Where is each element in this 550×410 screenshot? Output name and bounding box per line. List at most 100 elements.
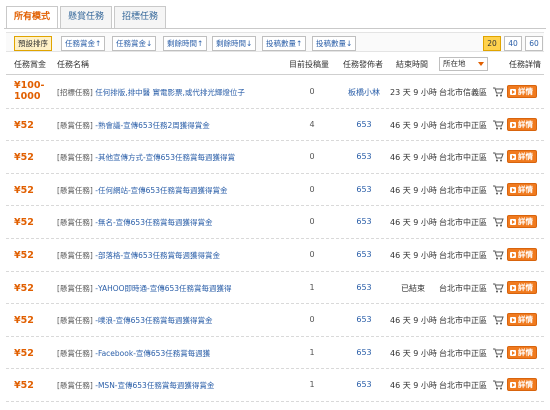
cart-icon[interactable] (493, 185, 504, 195)
sort-amount-asc-button[interactable]: 任務賞金↑ (61, 36, 106, 51)
row-issuer-link[interactable]: 653 (346, 380, 382, 389)
row-title: -噗浪-宣傳653任務賞每週獲得賞金 (95, 316, 213, 326)
cart-icon[interactable] (493, 283, 504, 293)
cart-icon[interactable] (493, 250, 504, 260)
table-header: 任務賞金 任務名稱 目前投稿量 任務發佈者 結束時間 所在地 任務詳情 (6, 55, 544, 75)
sort-count-desc-button[interactable]: 投稿數量↓ (312, 36, 357, 51)
row-task-link[interactable]: [懸賞任務] -YAHOO即時通-宣傳653任務賞每週獲得 (57, 283, 232, 294)
arrow-right-icon (510, 154, 516, 161)
table-row: ¥52 [懸賞任務] -部落格-宣傳653任務賞每週獲得賞金 0 653 46 … (6, 239, 544, 272)
row-endtime: 46 天 9 小時 (390, 250, 437, 260)
sort-count-asc-button[interactable]: 投稿數量↑ (262, 36, 307, 51)
row-issuer-link[interactable]: 653 (346, 283, 382, 292)
row-count: 4 (309, 119, 315, 129)
table-row: ¥52 [懸賞任務] -其他宣傳方式-宣傳653任務賞每週獲得賞 0 653 4… (6, 141, 544, 174)
page-size-40-button[interactable]: 40 (504, 36, 522, 51)
row-endtime: 23 天 9 小時 (390, 88, 437, 97)
row-task-link[interactable]: [懸賞任務] -無名-宣傳653任務賞每週獲得賞金 (57, 217, 212, 228)
detail-button[interactable]: 詳情 (507, 313, 537, 327)
row-category: [懸賞任務] (57, 381, 93, 391)
row-endtime: 46 天 9 小時 (390, 153, 437, 163)
sort-default-button[interactable]: 預設排序 (14, 36, 52, 51)
cart-icon[interactable] (493, 120, 504, 130)
cart-icon[interactable] (493, 87, 504, 97)
detail-button[interactable]: 詳情 (507, 85, 537, 98)
arrow-right-icon (510, 349, 516, 356)
cart-icon[interactable] (493, 217, 504, 227)
detail-button[interactable]: 詳情 (507, 150, 537, 164)
page-size-20-button[interactable]: 20 (483, 36, 501, 51)
row-category: [懸賞任務] (57, 348, 93, 358)
detail-label: 詳情 (518, 184, 533, 194)
row-count: 0 (309, 184, 315, 194)
arrow-right-icon (510, 89, 516, 95)
sort-amount-desc-button[interactable]: 任務賞金↓ (112, 36, 157, 51)
detail-label: 詳情 (518, 347, 533, 357)
row-endtime: 46 天 9 小時 (390, 316, 437, 326)
row-title: 任何排版,排中醫 實電影票,或代排光輝燈位子 (95, 88, 245, 97)
row-endtime: 46 天 9 小時 (390, 381, 437, 391)
row-task-link[interactable]: [懸賞任務] -噗浪-宣傳653任務賞每週獲得賞金 (57, 315, 212, 326)
row-location: 台北市中正區 (439, 283, 487, 293)
task-list: ¥100-1000 [招標任務] 任何排版,排中醫 實電影票,或代排光輝燈位子 … (6, 76, 544, 402)
row-task-link[interactable]: [懸賞任務] -Facebook-宣傳653任務賞每週獲 (57, 348, 210, 359)
detail-button[interactable]: 詳情 (507, 247, 537, 261)
row-endtime: 46 天 9 小時 (390, 218, 437, 228)
row-task-link[interactable]: [懸賞任務] -部落格-宣傳653任務賞每週獲得賞金 (57, 250, 220, 261)
row-location: 台北市中正區 (439, 218, 487, 228)
header-issuer: 任務發佈者 (343, 60, 383, 69)
row-task-link[interactable]: [懸賞任務] -MSN-宣傳653任務賞每週獲得賞金 (57, 380, 214, 391)
row-task-link[interactable]: [懸賞任務] -其他宣傳方式-宣傳653任務賞每週獲得賞 (57, 152, 235, 163)
arrow-right-icon (510, 284, 516, 291)
table-row: ¥52 [懸賞任務] -無名-宣傳653任務賞每週獲得賞金 0 653 46 天… (6, 206, 544, 239)
row-category: [懸賞任務] (57, 153, 93, 163)
row-issuer-link[interactable]: 板橋小林 (346, 87, 382, 98)
table-row: ¥100-1000 [招標任務] 任何排版,排中醫 實電影票,或代排光輝燈位子 … (6, 76, 544, 109)
table-row: ¥52 [懸賞任務] -MSN-宣傳653任務賞每週獲得賞金 1 653 46 … (6, 369, 544, 402)
tab-tender-tasks[interactable]: 招標任務 (114, 6, 167, 28)
row-location: 台北市中正區 (439, 250, 487, 260)
arrow-right-icon (510, 382, 516, 389)
cart-icon[interactable] (493, 152, 504, 162)
header-count: 目前投稿量 (289, 60, 329, 69)
header-amount: 任務賞金 (14, 60, 46, 69)
detail-label: 詳情 (518, 87, 533, 96)
detail-button[interactable]: 詳情 (507, 182, 537, 196)
cart-icon[interactable] (493, 348, 504, 358)
row-location: 台北市中正區 (439, 185, 487, 195)
detail-button[interactable]: 詳情 (507, 280, 537, 294)
row-location: 台北市中正區 (439, 348, 487, 358)
detail-button[interactable]: 詳情 (507, 215, 537, 229)
arrow-right-icon (510, 186, 516, 193)
detail-label: 詳情 (518, 119, 533, 129)
location-select[interactable]: 所在地 (439, 57, 488, 71)
cart-icon[interactable] (493, 315, 504, 325)
row-issuer-link[interactable]: 653 (346, 348, 382, 357)
row-task-link[interactable]: [招標任務] 任何排版,排中醫 實電影票,或代排光輝燈位子 (57, 87, 245, 98)
row-issuer-link[interactable]: 653 (346, 217, 382, 226)
detail-button[interactable]: 詳情 (507, 117, 537, 131)
sort-time-asc-button[interactable]: 剩餘時間↑ (163, 36, 208, 51)
row-endtime: 46 天 9 小時 (390, 120, 437, 130)
header-endtime: 結束時間 (396, 60, 428, 69)
row-amount: ¥52 (14, 347, 34, 359)
row-issuer-link[interactable]: 653 (346, 120, 382, 129)
row-amount: ¥52 (14, 119, 34, 131)
row-task-link[interactable]: [懸賞任務] -熟會議-宣傳653任務2周獲得賞金 (57, 120, 210, 131)
row-issuer-link[interactable]: 653 (346, 185, 382, 194)
detail-button[interactable]: 詳情 (507, 345, 537, 359)
row-title: -任何網站-宣傳653任務賞每週獲得賞金 (95, 185, 228, 195)
tab-bounty-tasks[interactable]: 懸賞任務 (60, 6, 113, 28)
row-issuer-link[interactable]: 653 (346, 315, 382, 324)
tab-all-modes[interactable]: 所有模式 (6, 6, 59, 29)
detail-button[interactable]: 詳情 (507, 378, 537, 392)
page-size-60-button[interactable]: 60 (525, 36, 543, 51)
sort-time-desc-button[interactable]: 剩餘時間↓ (212, 36, 257, 51)
row-task-link[interactable]: [懸賞任務] -任何網站-宣傳653任務賞每週獲得賞金 (57, 185, 227, 196)
row-issuer-link[interactable]: 653 (346, 152, 382, 161)
row-location: 台北市中正區 (439, 381, 487, 391)
table-row: ¥52 [懸賞任務] -YAHOO即時通-宣傳653任務賞每週獲得 1 653 … (6, 272, 544, 305)
row-issuer-link[interactable]: 653 (346, 250, 382, 259)
cart-icon[interactable] (493, 380, 504, 390)
row-count: 0 (309, 87, 315, 96)
